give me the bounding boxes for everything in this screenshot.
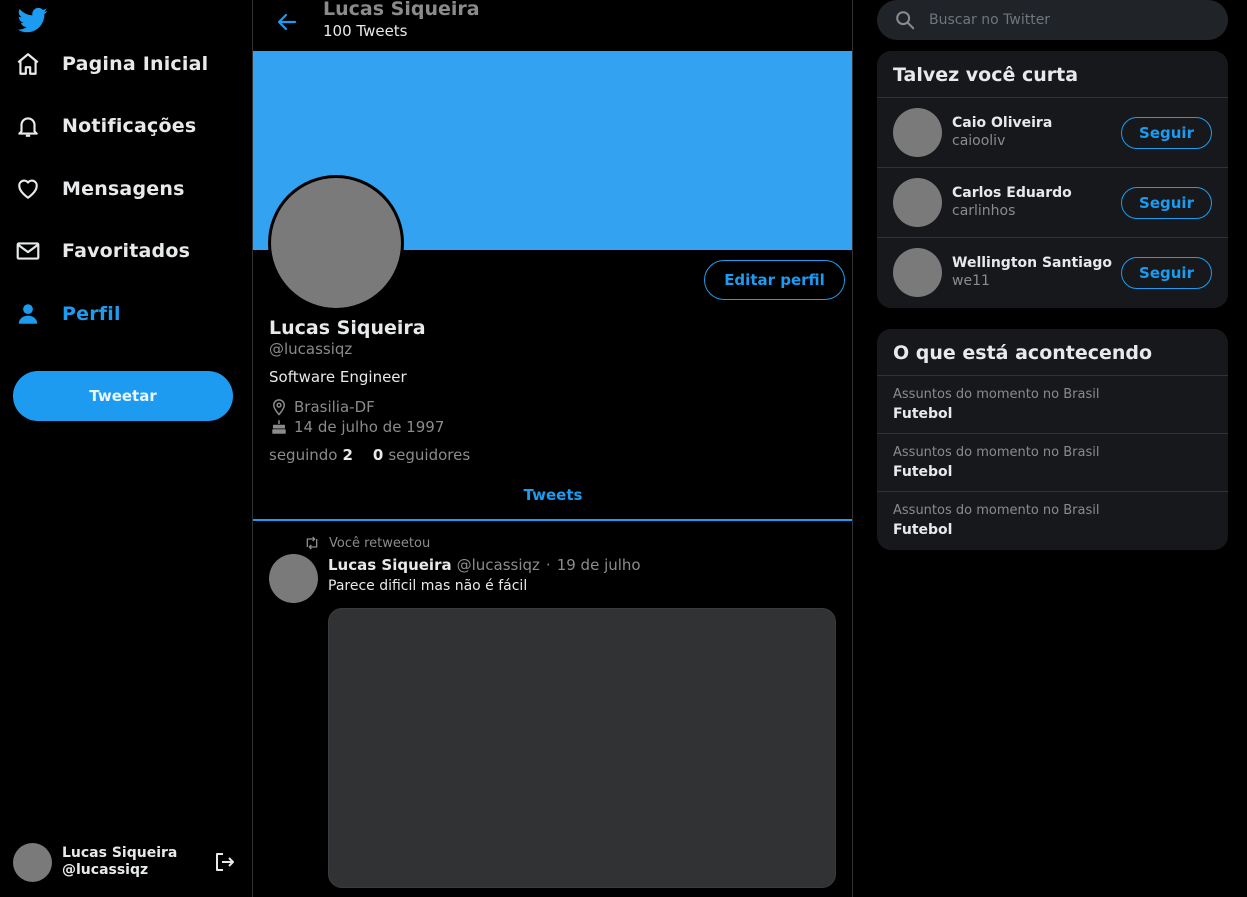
birthday-cake-icon — [269, 417, 289, 437]
trend-item[interactable]: Assuntos do momento no Brasil Futebol — [877, 376, 1228, 434]
avatar — [893, 248, 942, 297]
left-sidebar: Pagina Inicial Notificações Mensagens Fa… — [0, 0, 252, 897]
followers-count[interactable]: 0 — [373, 446, 383, 464]
suggestion-handle: caiooliv — [952, 133, 1006, 149]
avatar — [893, 108, 942, 157]
twitter-bird-icon[interactable] — [16, 5, 50, 35]
tweet-item[interactable]: Você retweetou Lucas Siqueira @lucassiqz… — [253, 521, 852, 897]
profile-column: Lucas Siqueira 100 Tweets Editar perfil … — [252, 0, 853, 897]
profile-location: Brasilia-DF — [269, 397, 375, 417]
trend-item[interactable]: Assuntos do momento no Brasil Futebol — [877, 492, 1228, 550]
trend-topic: Futebol — [893, 464, 953, 480]
nav-label: Perfil — [62, 303, 121, 325]
following-label: seguindo — [269, 446, 338, 464]
bell-icon — [14, 112, 42, 140]
tweet-separator: · — [545, 556, 551, 574]
person-icon — [14, 300, 42, 328]
tweet-media[interactable] — [328, 608, 836, 888]
tweet-date[interactable]: 19 de julho — [557, 556, 641, 574]
profile-header: Lucas Siqueira 100 Tweets — [253, 0, 852, 50]
retweet-indicator: Você retweetou — [303, 535, 430, 551]
account-name: Lucas Siqueira — [62, 845, 178, 861]
location-text: Brasilia-DF — [294, 398, 375, 416]
tweet-author[interactable]: Lucas Siqueira — [328, 556, 452, 574]
profile-handle: @lucassiqz — [269, 340, 353, 358]
tab-tweets[interactable]: Tweets — [253, 478, 852, 519]
avatar — [893, 178, 942, 227]
profile-bio: Software Engineer — [269, 368, 407, 386]
birthday-text: 14 de julho de 1997 — [294, 418, 445, 436]
profile-birthday: 14 de julho de 1997 — [269, 417, 444, 437]
retweet-icon — [303, 535, 321, 551]
suggestion-handle: carlinhos — [952, 203, 1016, 219]
tweet-header: Lucas Siqueira @lucassiqz · 19 de julho — [328, 556, 641, 574]
suggestion-handle: we11 — [952, 273, 990, 289]
logout-icon[interactable] — [212, 849, 238, 875]
search-input[interactable] — [929, 12, 1209, 28]
follow-button[interactable]: Seguir — [1121, 187, 1212, 219]
profile-tabs: Tweets — [253, 478, 852, 521]
location-pin-icon — [269, 397, 289, 417]
suggestions-panel: Talvez você curta Caio Oliveira caiooliv… — [877, 51, 1228, 308]
suggestion-name: Carlos Eduardo — [952, 185, 1072, 201]
nav-item-notifications[interactable]: Notificações — [14, 106, 196, 146]
account-handle: @lucassiqz — [62, 862, 149, 878]
avatar — [13, 842, 52, 882]
nav-label: Notificações — [62, 115, 197, 137]
tweet-button[interactable]: Tweetar — [13, 371, 233, 421]
tweet-text: Parece dificil mas não é fácil — [328, 578, 528, 594]
suggestions-title: Talvez você curta — [877, 51, 1228, 98]
nav-item-profile[interactable]: Perfil — [14, 294, 121, 334]
nav-label: Pagina Inicial — [62, 53, 209, 75]
mail-icon — [14, 237, 42, 265]
search-icon — [893, 8, 917, 32]
nav-item-messages[interactable]: Mensagens — [14, 169, 185, 209]
back-arrow-icon[interactable] — [273, 8, 301, 36]
suggestion-name: Caio Oliveira — [952, 115, 1053, 131]
profile-name: Lucas Siqueira — [269, 317, 426, 339]
follow-button[interactable]: Seguir — [1121, 117, 1212, 149]
tweet-avatar[interactable] — [269, 554, 318, 603]
trends-title: O que está acontecendo — [877, 329, 1228, 376]
suggestion-item[interactable]: Caio Oliveira caiooliv Seguir — [877, 98, 1228, 168]
edit-profile-button[interactable]: Editar perfil — [704, 260, 845, 300]
profile-avatar[interactable] — [268, 175, 404, 311]
header-tweet-count: 100 Tweets — [323, 22, 408, 40]
nav-item-favorites[interactable]: Favoritados — [14, 231, 190, 271]
search-bar[interactable] — [877, 0, 1228, 40]
header-name: Lucas Siqueira — [323, 0, 480, 20]
tweet-handle: @lucassiqz — [456, 556, 540, 574]
retweet-text: Você retweetou — [329, 535, 431, 551]
account-names: Lucas Siqueira @lucassiqz — [62, 845, 212, 879]
nav-item-home[interactable]: Pagina Inicial — [14, 44, 208, 84]
trend-context: Assuntos do momento no Brasil — [893, 445, 1100, 460]
following-count[interactable]: 2 — [342, 446, 352, 464]
heart-icon — [14, 175, 42, 203]
trend-topic: Futebol — [893, 406, 953, 422]
nav-label: Favoritados — [62, 240, 191, 262]
suggestion-item[interactable]: Wellington Santiago we11 Seguir — [877, 238, 1228, 308]
follow-stats: seguindo 2 0 seguidores — [269, 446, 470, 464]
account-switcher[interactable]: Lucas Siqueira @lucassiqz — [13, 841, 238, 883]
follow-button[interactable]: Seguir — [1121, 257, 1212, 289]
home-icon — [14, 50, 42, 78]
trend-context: Assuntos do momento no Brasil — [893, 503, 1100, 518]
suggestion-name: Wellington Santiago — [952, 255, 1113, 271]
trends-panel: O que está acontecendo Assuntos do momen… — [877, 329, 1228, 550]
trend-item[interactable]: Assuntos do momento no Brasil Futebol — [877, 434, 1228, 492]
trend-topic: Futebol — [893, 522, 953, 538]
suggestion-item[interactable]: Carlos Eduardo carlinhos Seguir — [877, 168, 1228, 238]
followers-label: seguidores — [388, 446, 471, 464]
nav-label: Mensagens — [62, 178, 185, 200]
trend-context: Assuntos do momento no Brasil — [893, 387, 1100, 402]
